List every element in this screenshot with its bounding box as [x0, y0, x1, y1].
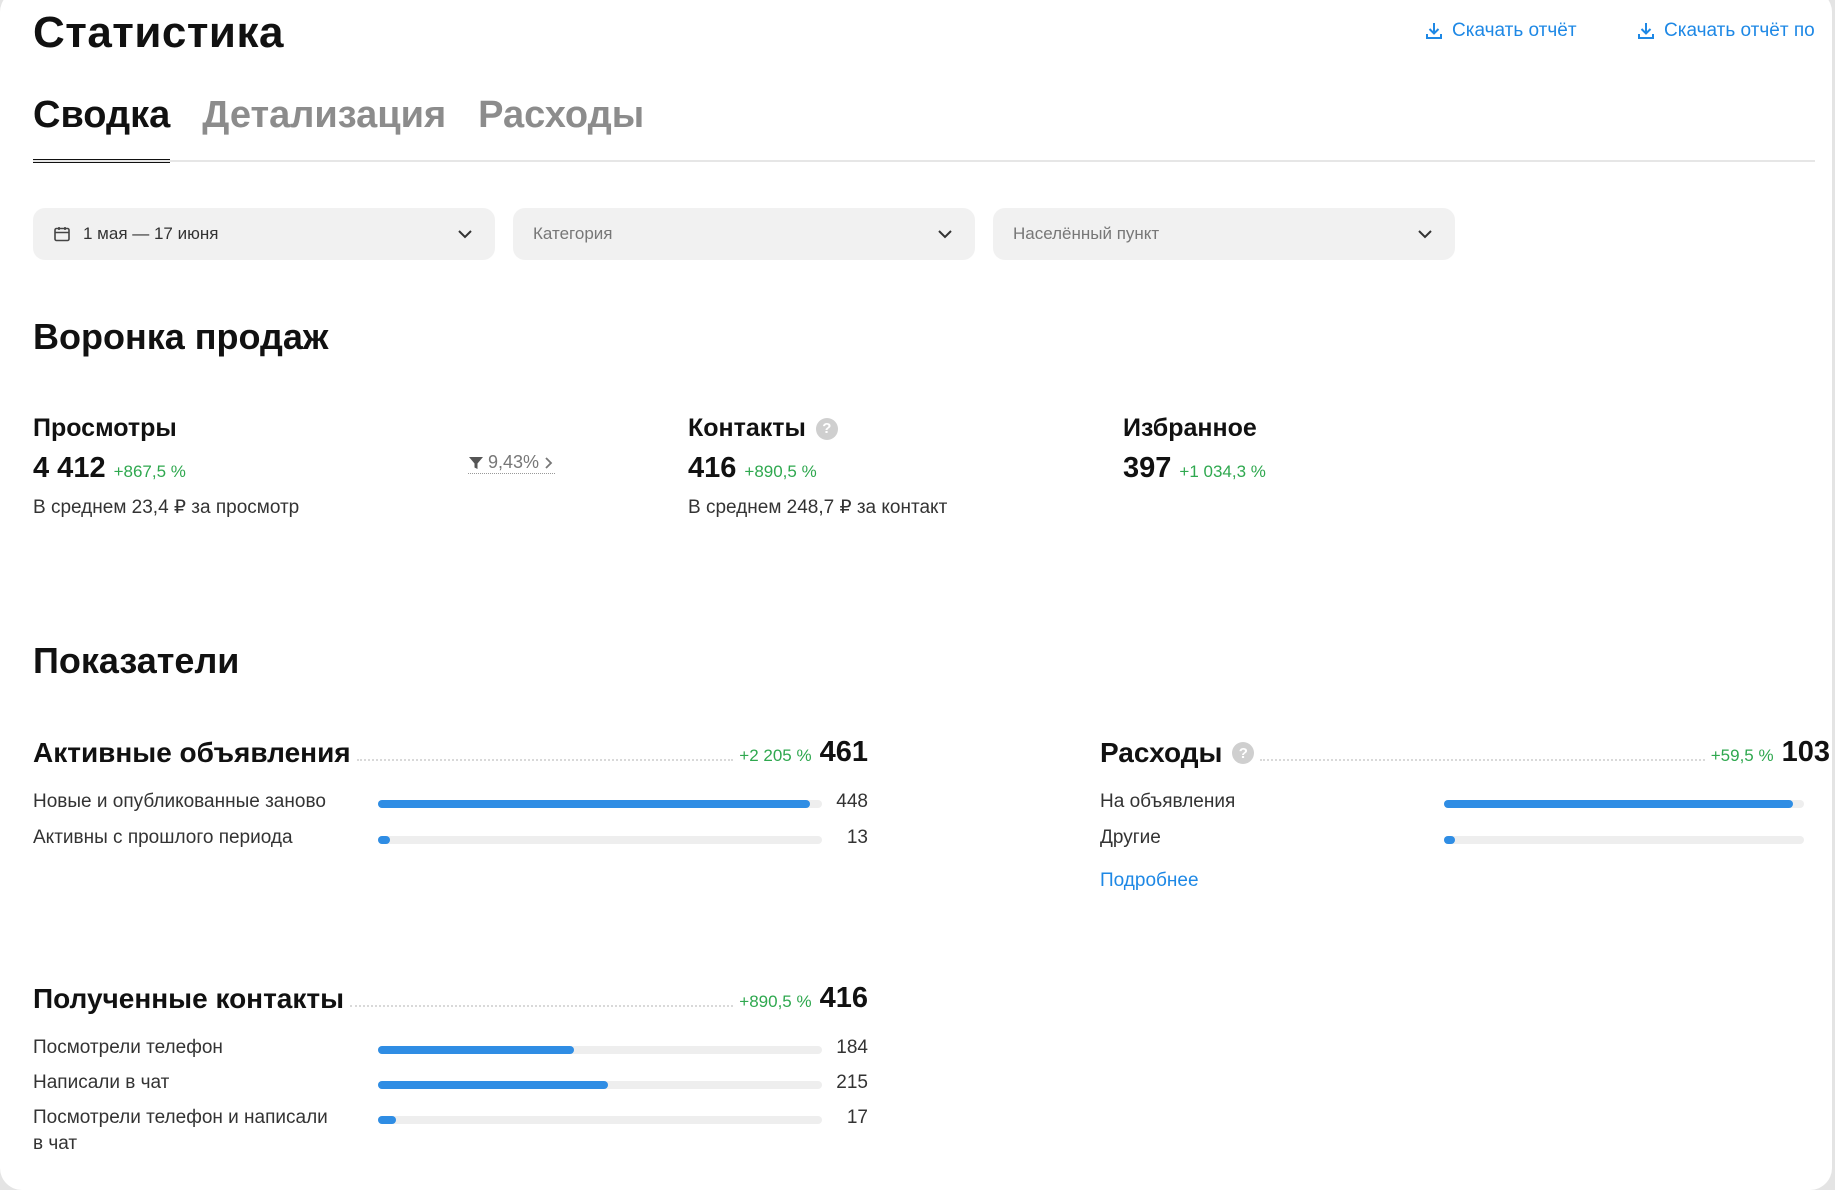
- chevron-right-icon: [545, 456, 553, 469]
- active-ads-header: Активные объявления +2 205 % 461: [33, 736, 868, 769]
- contacts-sub: В среднем 248,7 ₽ за контакт: [688, 497, 948, 518]
- tabs: Сводка Детализация Расходы: [33, 94, 644, 163]
- funnel-title: Воронка продаж: [33, 316, 329, 357]
- category-placeholder: Категория: [533, 224, 613, 243]
- conversion-value: 9,43%: [488, 452, 540, 472]
- tab-summary[interactable]: Сводка: [33, 94, 171, 163]
- contacts-row-label: Посмотрели телефон и написали: [33, 1107, 328, 1128]
- contacts-received-label: Полученные контакты: [33, 983, 345, 1014]
- contacts-title: Контакты ?: [688, 414, 838, 443]
- active-ads-value: 461: [819, 736, 868, 768]
- calendar-icon: [54, 227, 70, 242]
- expenses-delta: +59,5 %: [1710, 746, 1774, 765]
- active-ads-delta: +2 205 %: [739, 746, 812, 765]
- statistics-card: Статистика Скачать отчёт Скачать отчёт п…: [0, 0, 1832, 1190]
- views-value-row: 4 412 +867,5 %: [33, 452, 186, 485]
- active-ads-label: Активные объявления: [33, 737, 351, 768]
- chevron-down-icon: [938, 230, 952, 239]
- progress-fill: [378, 1081, 608, 1089]
- expenses-label: Расходы: [1100, 737, 1223, 768]
- tabs-divider: [33, 160, 1815, 162]
- expenses-row-label: Другие: [1100, 827, 1161, 848]
- progress-fill: [378, 836, 391, 844]
- dotted-leader: [356, 759, 734, 761]
- expenses-row-label: На объявления: [1100, 791, 1236, 812]
- progress-fill: [378, 800, 810, 808]
- contacts-label: Контакты: [688, 414, 806, 442]
- active-ads-row-label: Новые и опубликованные заново: [33, 791, 326, 812]
- expenses-header: Расходы ? +59,5 % 103: [1100, 736, 1830, 769]
- progress-fill: [378, 1116, 397, 1124]
- contacts-received-delta: +890,5 %: [739, 992, 812, 1011]
- tab-details[interactable]: Детализация: [202, 94, 446, 163]
- views-value: 4 412: [33, 452, 106, 484]
- period-select[interactable]: 1 мая — 17 июня: [33, 208, 495, 260]
- progress-track: [1444, 800, 1804, 808]
- contacts-row-label-cont: в чат: [33, 1133, 78, 1154]
- download-icon: [1426, 23, 1442, 39]
- progress-track: [1444, 836, 1804, 844]
- favorites-value: 397: [1123, 452, 1172, 484]
- active-ads-row-label: Активны с прошлого периода: [33, 827, 293, 848]
- download-report-label: Скачать отчёт: [1452, 20, 1577, 41]
- funnel-icon: [469, 456, 483, 469]
- chevron-down-icon: [1418, 230, 1432, 239]
- city-select[interactable]: Населённый пункт: [993, 208, 1455, 260]
- download-icon: [1638, 23, 1654, 39]
- period-value: 1 мая — 17 июня: [83, 224, 219, 243]
- expenses-value: 103: [1781, 736, 1830, 768]
- progress-track: [378, 1046, 822, 1054]
- indicators-title: Показатели: [33, 640, 240, 681]
- active-ads-row-value: 448: [836, 791, 868, 812]
- favorites-delta: +1 034,3 %: [1179, 462, 1266, 481]
- more-link[interactable]: Подробнее: [1100, 870, 1199, 892]
- page-title: Статистика: [33, 8, 284, 57]
- favorites-label: Избранное: [1123, 414, 1257, 442]
- contacts-row-value: 215: [836, 1072, 868, 1093]
- progress-fill: [1444, 800, 1794, 808]
- download-report-link-2[interactable]: Скачать отчёт по: [1636, 20, 1815, 42]
- progress-fill: [1444, 836, 1455, 844]
- city-placeholder: Населённый пункт: [1013, 224, 1160, 243]
- views-delta: +867,5 %: [113, 462, 186, 481]
- progress-track: [378, 1116, 822, 1124]
- contacts-row-value: 17: [846, 1107, 868, 1128]
- dotted-leader: [1260, 759, 1705, 761]
- contacts-value-row: 416 +890,5 %: [688, 452, 817, 485]
- download-report-label-2: Скачать отчёт по: [1664, 20, 1815, 41]
- dotted-leader: [350, 1005, 734, 1007]
- contacts-received-value: 416: [819, 982, 868, 1014]
- contacts-row-label: Посмотрели телефон: [33, 1037, 223, 1058]
- active-ads-row-value: 13: [846, 827, 868, 848]
- tab-expenses[interactable]: Расходы: [478, 94, 644, 163]
- help-icon[interactable]: ?: [815, 417, 838, 440]
- contacts-delta: +890,5 %: [744, 462, 817, 481]
- progress-track: [378, 1081, 822, 1089]
- expenses-title: Расходы ?: [1100, 737, 1255, 769]
- views-label: Просмотры: [33, 414, 177, 442]
- progress-fill: [378, 1046, 575, 1054]
- favorites-value-row: 397 +1 034,3 %: [1123, 452, 1266, 485]
- category-select[interactable]: Категория: [513, 208, 975, 260]
- contacts-value: 416: [688, 452, 737, 484]
- views-sub: В среднем 23,4 ₽ за просмотр: [33, 497, 300, 518]
- progress-track: [378, 800, 822, 808]
- progress-track: [378, 836, 822, 844]
- download-report-link[interactable]: Скачать отчёт: [1424, 20, 1577, 42]
- conversion-link[interactable]: 9,43%: [468, 452, 556, 474]
- contacts-row-value: 184: [836, 1037, 868, 1058]
- contacts-row-label: Написали в чат: [33, 1072, 170, 1093]
- chevron-down-icon: [458, 230, 472, 239]
- contacts-received-header: Полученные контакты +890,5 % 416: [33, 982, 868, 1015]
- help-icon[interactable]: ?: [1232, 742, 1255, 764]
